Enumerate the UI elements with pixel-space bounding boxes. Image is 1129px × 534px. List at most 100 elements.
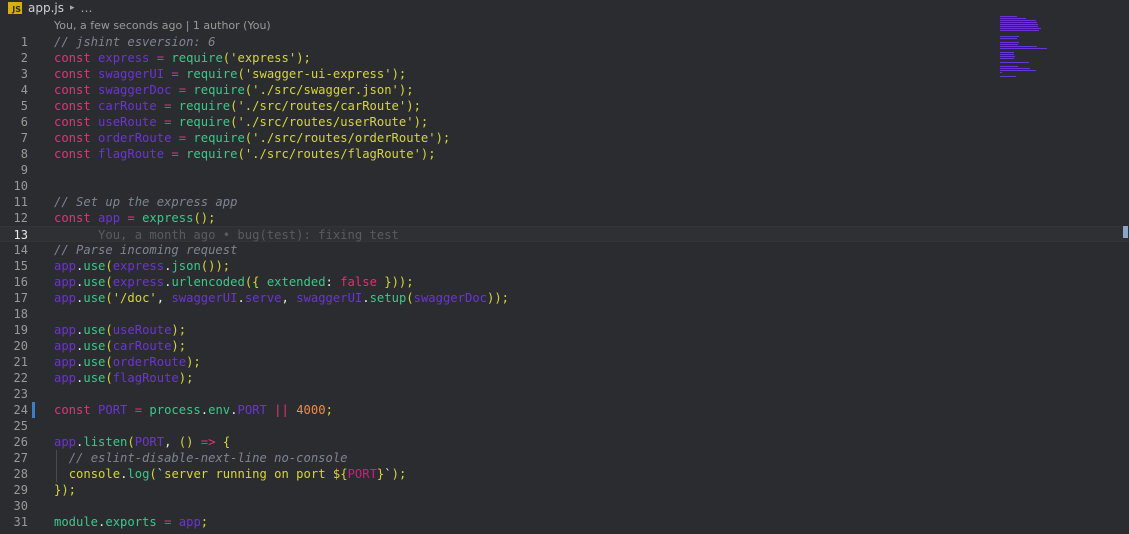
- code-token: server running on port: [164, 467, 333, 481]
- code-line[interactable]: 5 const carRoute = require('./src/routes/…: [0, 98, 1129, 114]
- code-text: // Parse incoming request: [54, 242, 237, 258]
- code-line[interactable]: 18: [0, 306, 1129, 322]
- code-token: module: [54, 515, 99, 529]
- scrollbar-thumb[interactable]: [1123, 226, 1128, 238]
- code-line[interactable]: 28 console.log(`server running on port $…: [0, 466, 1129, 482]
- code-token: (: [127, 435, 135, 449]
- code-token: }));: [376, 275, 414, 289]
- code-line[interactable]: 2 const express = require('express');: [0, 50, 1129, 66]
- minimap-line: [1000, 46, 1037, 47]
- code-text: const carRoute = require('./src/routes/c…: [54, 98, 421, 114]
- code-line[interactable]: 22 app.use(flagRoute);: [0, 370, 1129, 386]
- code-token: ());: [200, 259, 231, 273]
- code-token: const: [54, 147, 99, 161]
- code-token: =>: [200, 435, 216, 449]
- minimap-line: [1000, 68, 1030, 69]
- code-token: console: [68, 467, 121, 481]
- code-token: PORT: [98, 403, 128, 417]
- code-token: process: [149, 403, 201, 417]
- code-text: app.use(useRoute);: [54, 322, 186, 338]
- code-token: PORT: [347, 467, 377, 481]
- code-line[interactable]: 20 app.use(carRoute);: [0, 338, 1129, 354]
- code-line[interactable]: 9: [0, 162, 1129, 178]
- git-codelens[interactable]: You, a few seconds ago | 1 author (You): [54, 19, 271, 32]
- code-token: =: [171, 131, 194, 145]
- breadcrumb-more[interactable]: …: [81, 1, 93, 15]
- code-line[interactable]: 4 const swaggerDoc = require('./src/swagg…: [0, 82, 1129, 98]
- code-token: );: [391, 467, 407, 481]
- git-change-marker[interactable]: [32, 402, 35, 418]
- code-token: (: [149, 467, 157, 481]
- minimap-line: [1000, 36, 1019, 37]
- code-line[interactable]: 15 app.use(express.json());: [0, 258, 1129, 274]
- code-token: ({: [244, 275, 267, 289]
- code-token: setup: [369, 291, 407, 305]
- code-line[interactable]: 8 const flagRoute = require('./src/routes…: [0, 146, 1129, 162]
- minimap-line: [1000, 30, 1039, 31]
- code-token: PORT: [237, 403, 267, 417]
- code-line[interactable]: 24 const PORT = process.env.PORT || 4000;: [0, 402, 1129, 418]
- minimap-line: [1000, 56, 1015, 57]
- code-token: ||: [266, 403, 297, 417]
- code-line[interactable]: 11 // Set up the express app: [0, 194, 1129, 210]
- code-text: app.use(orderRoute);: [54, 354, 201, 370]
- code-line[interactable]: 3 const swaggerUI = require('swagger-ui-e…: [0, 66, 1129, 82]
- minimap-line: [1000, 16, 1017, 17]
- code-line[interactable]: 6 const useRoute = require('./src/routes/…: [0, 114, 1129, 130]
- code-token: use: [83, 291, 106, 305]
- code-line[interactable]: 31 module.exports = app;: [0, 514, 1129, 530]
- line-number: 9: [20, 163, 28, 177]
- code-line[interactable]: 26 app.listen(PORT, () => {: [0, 434, 1129, 450]
- code-token: );: [398, 83, 414, 97]
- line-number: 6: [20, 115, 28, 129]
- code-token: app: [54, 435, 77, 449]
- line-number: 27: [13, 451, 28, 465]
- code-line[interactable]: 13 You, a month ago • bug(test): fixing …: [0, 226, 1129, 242]
- code-line[interactable]: 25: [0, 418, 1129, 434]
- code-token: =: [156, 99, 179, 113]
- breadcrumb-file[interactable]: app.js: [28, 1, 64, 15]
- code-token: );: [406, 99, 421, 113]
- code-line[interactable]: 17 app.use('/doc', swaggerUI.serve, swagg…: [0, 290, 1129, 306]
- code-line[interactable]: 27 // eslint-disable-next-line no-consol…: [0, 450, 1129, 466]
- code-editor[interactable]: 1 // jshint esversion: 6 2 const express = …: [0, 34, 1129, 530]
- code-line[interactable]: 30: [0, 498, 1129, 514]
- line-number: 23: [13, 387, 28, 401]
- code-line[interactable]: 23: [0, 386, 1129, 402]
- code-token: log: [127, 467, 150, 481]
- code-token: listen: [83, 435, 128, 449]
- line-number: 15: [13, 259, 28, 273]
- code-token: ();: [193, 211, 216, 225]
- code-line[interactable]: 19 app.use(useRoute);: [0, 322, 1129, 338]
- code-text: const swaggerUI = require('swagger-ui-ex…: [54, 66, 406, 82]
- minimap-line: [1000, 20, 1036, 21]
- code-token: 4000: [296, 403, 326, 417]
- code-token: require: [171, 51, 223, 65]
- code-token: =: [149, 51, 172, 65]
- code-line[interactable]: 12 const app = express();: [0, 210, 1129, 226]
- code-text: app.use(carRoute);: [54, 338, 186, 354]
- code-line[interactable]: 16 app.use(express.urlencoded({ extended:…: [0, 274, 1129, 290]
- line-number: 30: [13, 499, 28, 513]
- code-token: const: [54, 115, 99, 129]
- code-line[interactable]: 7 const orderRoute = require('./src/route…: [0, 130, 1129, 146]
- minimap-line: [1000, 24, 1038, 25]
- code-line[interactable]: 14 // Parse incoming request: [0, 242, 1129, 258]
- code-token: (: [105, 355, 113, 369]
- code-token: ,: [164, 435, 179, 449]
- code-token: '/doc': [112, 291, 157, 305]
- code-token: carRoute: [98, 99, 157, 113]
- code-line[interactable]: 21 app.use(orderRoute);: [0, 354, 1129, 370]
- code-line[interactable]: 29});: [0, 482, 1129, 498]
- code-text: const app = express();: [54, 210, 215, 226]
- code-token: './src/routes/carRoute': [237, 99, 407, 113]
- line-number: 19: [13, 323, 28, 337]
- code-line[interactable]: 10: [0, 178, 1129, 194]
- code-token: );: [186, 355, 201, 369]
- minimap-line: [1000, 58, 1015, 59]
- minimap-line: [1000, 62, 1029, 63]
- minimap-line: [1000, 28, 1041, 29]
- minimap[interactable]: [1000, 16, 1062, 86]
- code-token: json: [171, 259, 201, 273]
- code-line[interactable]: 1 // jshint esversion: 6: [0, 34, 1129, 50]
